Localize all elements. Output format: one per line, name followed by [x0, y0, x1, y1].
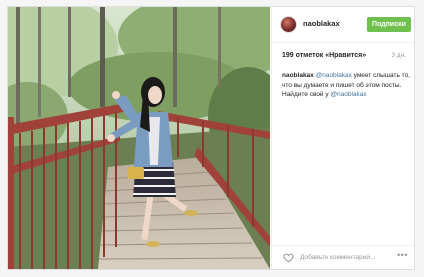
- author-username[interactable]: naoblakax: [303, 19, 340, 28]
- follow-button[interactable]: Подписки: [367, 17, 411, 32]
- photo-illustration: [8, 7, 270, 269]
- caption-mention[interactable]: @naoblakax: [316, 72, 352, 79]
- avatar[interactable]: [280, 16, 297, 33]
- post-caption: naoblakax @naoblakax умеет слышать то, ч…: [282, 71, 410, 100]
- likes-count[interactable]: 199 отметок «Нравится»: [282, 52, 366, 59]
- instagram-post: naoblakax Подписки 199 отметок «Нравится…: [7, 6, 415, 270]
- more-icon[interactable]: •••: [397, 250, 408, 260]
- comment-input[interactable]: [300, 251, 380, 264]
- comment-bar: •••: [272, 245, 414, 269]
- post-sidebar: naoblakax Подписки 199 отметок «Нравится…: [271, 7, 414, 269]
- post-photo[interactable]: [8, 7, 270, 269]
- post-time[interactable]: 3 дн.: [391, 52, 406, 59]
- heart-icon[interactable]: [283, 252, 294, 263]
- caption-mention-2[interactable]: @naoblakax: [330, 91, 366, 98]
- post-header: naoblakax Подписки: [272, 7, 414, 43]
- caption-author[interactable]: naoblakax: [282, 72, 314, 79]
